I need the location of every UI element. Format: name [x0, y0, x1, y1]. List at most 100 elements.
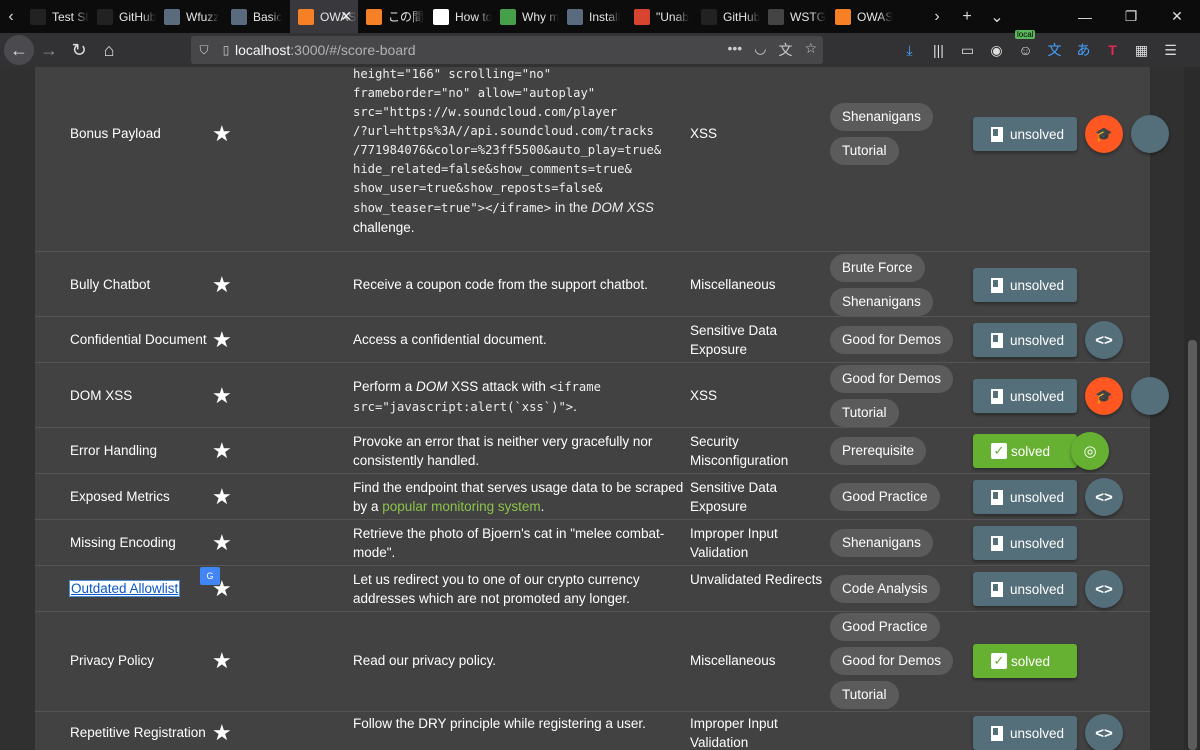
challenge-row: Confidential Document ★ Access a confident… [35, 317, 1150, 363]
unsolved-button[interactable]: unsolved [973, 480, 1077, 514]
difficulty-star-icon: ★ [212, 383, 232, 408]
tab-list-icon[interactable]: ⌄ [982, 7, 1012, 27]
tag-chip[interactable]: Shenanigans [830, 529, 933, 557]
tag-chip[interactable]: Tutorial [830, 681, 899, 709]
desc-text: challenge. [353, 220, 415, 235]
reload-icon[interactable]: ↻ [64, 35, 94, 65]
tab-2[interactable]: Wfuzz [156, 0, 223, 33]
google-translate-icon[interactable]: G [200, 567, 220, 585]
unsolved-button[interactable]: unsolved [973, 572, 1077, 606]
tag-chip[interactable]: Code Analysis [830, 575, 940, 603]
translate-extension-icon[interactable]: 文 [1040, 40, 1069, 60]
challenge-name: Error Handling [70, 441, 157, 460]
desc-text: Perform a [353, 379, 417, 394]
challenge-category: Improper Input Validation [690, 716, 778, 750]
scrollbar[interactable] [1184, 67, 1200, 750]
tab-title: WSTG [790, 9, 826, 24]
back-icon[interactable]: ← [4, 35, 34, 65]
page-actions-icon[interactable]: ••• [728, 40, 743, 60]
desc-em: DOM [416, 379, 448, 394]
code-snippet-button[interactable] [1131, 115, 1169, 153]
tab-5[interactable]: この間 [358, 0, 425, 33]
translate-page-icon[interactable]: 文 [778, 40, 792, 60]
tab-10[interactable]: GitHub [693, 0, 760, 33]
tutorial-hat-icon[interactable]: 🎓 [1085, 115, 1123, 153]
tag-chip[interactable]: Brute Force [830, 254, 925, 282]
unsolved-button[interactable]: unsolved [973, 323, 1077, 357]
tag-chip[interactable]: Good for Demos [830, 647, 954, 675]
tab-4[interactable]: OWASP✕ [290, 0, 358, 33]
code-snippet-icon[interactable]: <> [1085, 714, 1123, 750]
unsolved-button[interactable]: unsolved [973, 526, 1077, 560]
tab-12[interactable]: OWAS [827, 0, 894, 33]
tab-title: Install [589, 9, 621, 24]
minimize-icon[interactable]: — [1062, 9, 1108, 25]
sidebar-icon[interactable]: ▭ [953, 42, 982, 59]
challenge-description: Find the endpoint that serves usage data… [353, 478, 689, 516]
scrollbar-thumb[interactable] [1188, 340, 1197, 750]
tag-chip[interactable]: Good for Demos [830, 365, 954, 393]
bookmark-star-icon[interactable]: ☆ [804, 40, 817, 60]
code-snippet-icon[interactable]: <> [1085, 321, 1123, 359]
local-extension-icon[interactable]: local ☺ [1011, 30, 1040, 58]
unsolved-button[interactable]: unsolved [973, 716, 1077, 750]
tab-0[interactable]: Test Sh [22, 0, 89, 33]
restore-icon[interactable]: ❐ [1108, 8, 1154, 25]
status-label: unsolved [1010, 388, 1065, 404]
menu-icon[interactable]: ☰ [1156, 42, 1185, 59]
home-icon[interactable]: ⌂ [94, 35, 124, 65]
tab-scroll-left-icon[interactable]: ‹ [0, 8, 22, 26]
translator-icon[interactable]: あ [1069, 40, 1098, 60]
forward-icon[interactable]: → [34, 35, 64, 65]
document-icon [991, 388, 1003, 404]
downloads-icon[interactable]: ⤓ [895, 42, 924, 59]
tab-11[interactable]: WSTG [760, 0, 827, 33]
tracking-shield-icon[interactable]: ⛉ [191, 43, 217, 58]
tutorial-hat-icon[interactable]: 🎓 [1085, 377, 1123, 415]
page-info-icon[interactable]: ▯ [217, 43, 235, 57]
tag-chip[interactable]: Tutorial [830, 399, 899, 427]
extensions-grid-icon[interactable]: ▦ [1127, 42, 1156, 59]
url-bar[interactable]: ⛉ ▯ localhost:3000/#/score-board ••• ◡ 文… [191, 36, 823, 64]
unsolved-button[interactable]: unsolved [973, 117, 1077, 151]
monitoring-link[interactable]: popular monitoring system [382, 499, 540, 514]
t-extension-icon[interactable]: T [1098, 42, 1127, 58]
pocket-icon[interactable]: ◡ [754, 40, 766, 60]
tag-chip[interactable]: Shenanigans [830, 288, 933, 316]
tag-chip[interactable]: Tutorial [830, 137, 899, 165]
tab-8[interactable]: Install [559, 0, 626, 33]
tag-chip[interactable]: Good for Demos [830, 326, 954, 354]
challenge-description: Follow the DRY principle while registeri… [353, 716, 646, 731]
challenge-description: Access a confidential document. [353, 332, 547, 347]
challenge-name: Outdated Allowlist [68, 579, 181, 598]
unsolved-button[interactable]: unsolved [973, 379, 1077, 413]
solved-button[interactable]: ✓ solved [973, 434, 1077, 468]
mitigation-icon[interactable]: ◎ [1071, 432, 1109, 470]
tab-scroll-right-icon[interactable]: › [922, 8, 952, 26]
new-tab-icon[interactable]: + [952, 8, 982, 26]
challenge-category: Unvalidated Redirects [690, 572, 823, 587]
unsolved-button[interactable]: unsolved [973, 268, 1077, 302]
tab-7[interactable]: Why m [492, 0, 559, 33]
close-window-icon[interactable]: ✕ [1154, 8, 1200, 25]
tab-6[interactable]: How to [425, 0, 492, 33]
tag-chip[interactable]: Prerequisite [830, 437, 927, 465]
challenge-row: Bonus Payload ★ height="166" scrolling="no… [35, 67, 1169, 252]
tag-chip[interactable]: Good Practice [830, 613, 940, 641]
status-label: unsolved [1010, 126, 1065, 142]
challenge-row: Exposed Metrics ★ Find the endpoint that s… [35, 474, 1150, 520]
library-icon[interactable]: ||| [924, 42, 953, 58]
challenge-row: Repetitive Registration ★ Follow the DRY p… [35, 712, 1150, 750]
tab-3[interactable]: Basic [223, 0, 290, 33]
tag-chip[interactable]: Good Practice [830, 483, 940, 511]
tag-chip[interactable]: Shenanigans [830, 103, 933, 131]
code-snippet-icon[interactable]: <> [1085, 570, 1123, 608]
solved-button[interactable]: ✓ solved [973, 644, 1077, 678]
tab-9[interactable]: "Unab [626, 0, 693, 33]
code-snippet-button[interactable] [1131, 377, 1169, 415]
tab-1[interactable]: GitHub [89, 0, 156, 33]
code-snippet-icon[interactable]: <> [1085, 478, 1123, 516]
challenge-tags: Good for Demos Tutorial [830, 362, 970, 430]
account-icon[interactable]: ◉ [982, 42, 1011, 59]
close-tab-icon[interactable]: ✕ [340, 8, 352, 25]
